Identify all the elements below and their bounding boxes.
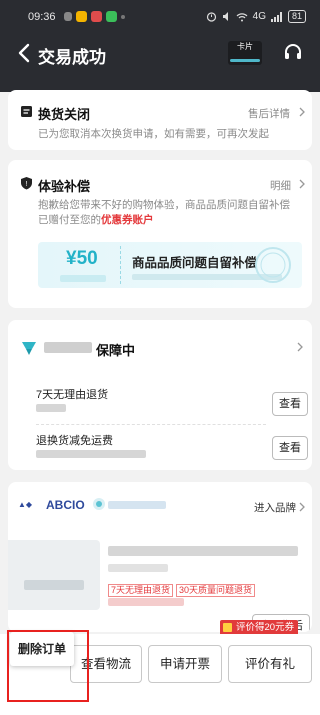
customer-service-icon[interactable] — [282, 41, 304, 63]
nav-bar: 交易成功 卡片 — [0, 34, 320, 74]
status-indicators: 4G 81 — [206, 10, 306, 23]
product-tag-7day: 7天无理由退货 — [108, 584, 174, 597]
card-button[interactable]: 卡片 — [228, 41, 262, 65]
compensation-detail-link[interactable]: 明细 — [270, 178, 291, 193]
guarantee-item1-status-blurred — [36, 404, 66, 412]
guarantee-item1-title: 7天无理由退货 — [36, 389, 109, 401]
guarantee-item2-title: 退换货减免运费 — [36, 435, 113, 447]
card-button-label: 卡片 — [237, 42, 253, 51]
battery-level: 81 — [287, 10, 306, 23]
compensation-desc: 抱歉给您带来不好的购物体验，商品品质问题自留补偿 已赠付至您的优惠券账户 — [38, 198, 306, 228]
svg-text:!: ! — [26, 181, 28, 188]
document-icon — [21, 106, 32, 117]
app-notification-icon — [64, 12, 72, 21]
card-strip — [230, 59, 260, 62]
exchange-title: 换货关闭 — [38, 107, 91, 122]
alarm-icon — [206, 12, 216, 22]
compensation-title: 体验补偿 — [38, 179, 91, 194]
more-dot-icon — [121, 14, 125, 19]
coupon-stamp-icon — [255, 247, 291, 283]
status-bar: 09:36 4G 81 — [0, 0, 320, 34]
view-logistics-button[interactable]: 查看物流 — [70, 645, 142, 683]
delete-order-option[interactable]: 删除订单 — [10, 632, 74, 666]
compensation-coupon[interactable]: ¥50 商品品质问题自留补偿 — [38, 242, 302, 288]
after-sale-detail-link[interactable]: 售后详情 — [248, 106, 290, 121]
compensation-desc-line2: 已赠付至您的优惠券账户 — [38, 213, 306, 228]
exchange-desc: 已为您取消本次换货申请，如有需要，可再次发起 — [38, 128, 269, 140]
app-notification-icon — [91, 11, 102, 22]
guarantee-card[interactable]: 保障中 7天无理由退货 查看 退换货减免运费 查看 — [8, 320, 312, 470]
store-brand-name: ABCIO — [46, 498, 85, 512]
store-logo-icon: ▲◆ — [18, 500, 33, 509]
product-spec-blurred — [108, 564, 168, 572]
review-reward-button[interactable]: 评价有礼 — [228, 645, 312, 683]
coupon-condition-blurred — [60, 275, 106, 282]
guarantee-item1-view-button[interactable]: 查看 — [272, 392, 308, 416]
guarantee-divider — [36, 424, 266, 425]
compensation-card[interactable]: ! 体验补偿 明细 抱歉给您带来不好的购物体验，商品品质问题自留补偿 已赠付至您… — [8, 160, 312, 308]
compensation-desc-line1: 抱歉给您带来不好的购物体验，商品品质问题自留补偿 — [38, 199, 290, 211]
product-tags: 7天无理由退货 30天质量问题退货 — [108, 580, 258, 598]
coupon-divider — [120, 246, 121, 284]
product-thumbnail[interactable] — [8, 540, 100, 610]
page-title: 交易成功 — [38, 48, 106, 67]
app-notification-icon — [76, 11, 87, 22]
guarantee-logo-icon — [22, 342, 36, 355]
review-coupon-label: 评价得20元券 — [236, 622, 295, 633]
app-notification-icon — [106, 11, 117, 22]
shield-icon: ! — [21, 177, 32, 190]
signal-icon — [270, 11, 282, 22]
notification-icons — [64, 11, 125, 22]
chevron-right-icon — [299, 107, 305, 117]
chevron-right-icon — [299, 502, 305, 512]
coupon-text: 商品品质问题自留补偿 — [132, 256, 258, 270]
apply-invoice-button[interactable]: 申请开票 — [148, 645, 222, 683]
network-label: 4G — [252, 11, 266, 22]
exchange-status-card[interactable]: 换货关闭 售后详情 已为您取消本次换货申请，如有需要，可再次发起 — [8, 90, 312, 150]
product-title-blurred — [108, 546, 298, 556]
coupon-amount: ¥50 — [66, 248, 98, 269]
guarantee-brand-blurred — [44, 342, 92, 353]
coupon-account-link[interactable]: 优惠券账户 — [101, 214, 154, 226]
chevron-right-icon — [299, 179, 305, 189]
gift-icon — [223, 623, 232, 632]
status-time: 09:36 — [28, 11, 56, 23]
chevron-right-icon — [297, 342, 303, 352]
product-shape — [24, 580, 84, 590]
compensation-desc-prefix: 已赠付至您的 — [38, 214, 101, 226]
store-badge-icon — [93, 498, 105, 510]
guarantee-title: 保障中 — [96, 343, 136, 358]
product-note-blurred — [108, 598, 184, 606]
guarantee-item2-view-button[interactable]: 查看 — [272, 436, 308, 460]
store-product-card[interactable]: ▲◆ ABCIO 进入品牌 7天无理由退货30天质量问题退货 我要售后 — [8, 482, 312, 632]
enter-brand-link[interactable]: 进入品牌 — [254, 500, 296, 515]
back-arrow-icon[interactable] — [14, 42, 36, 64]
mute-icon — [222, 12, 228, 21]
product-tag-30day: 30天质量问题退货 — [176, 584, 256, 597]
wifi-icon — [236, 12, 248, 21]
store-name-blurred — [108, 501, 166, 509]
guarantee-item2-desc-blurred — [36, 450, 146, 458]
